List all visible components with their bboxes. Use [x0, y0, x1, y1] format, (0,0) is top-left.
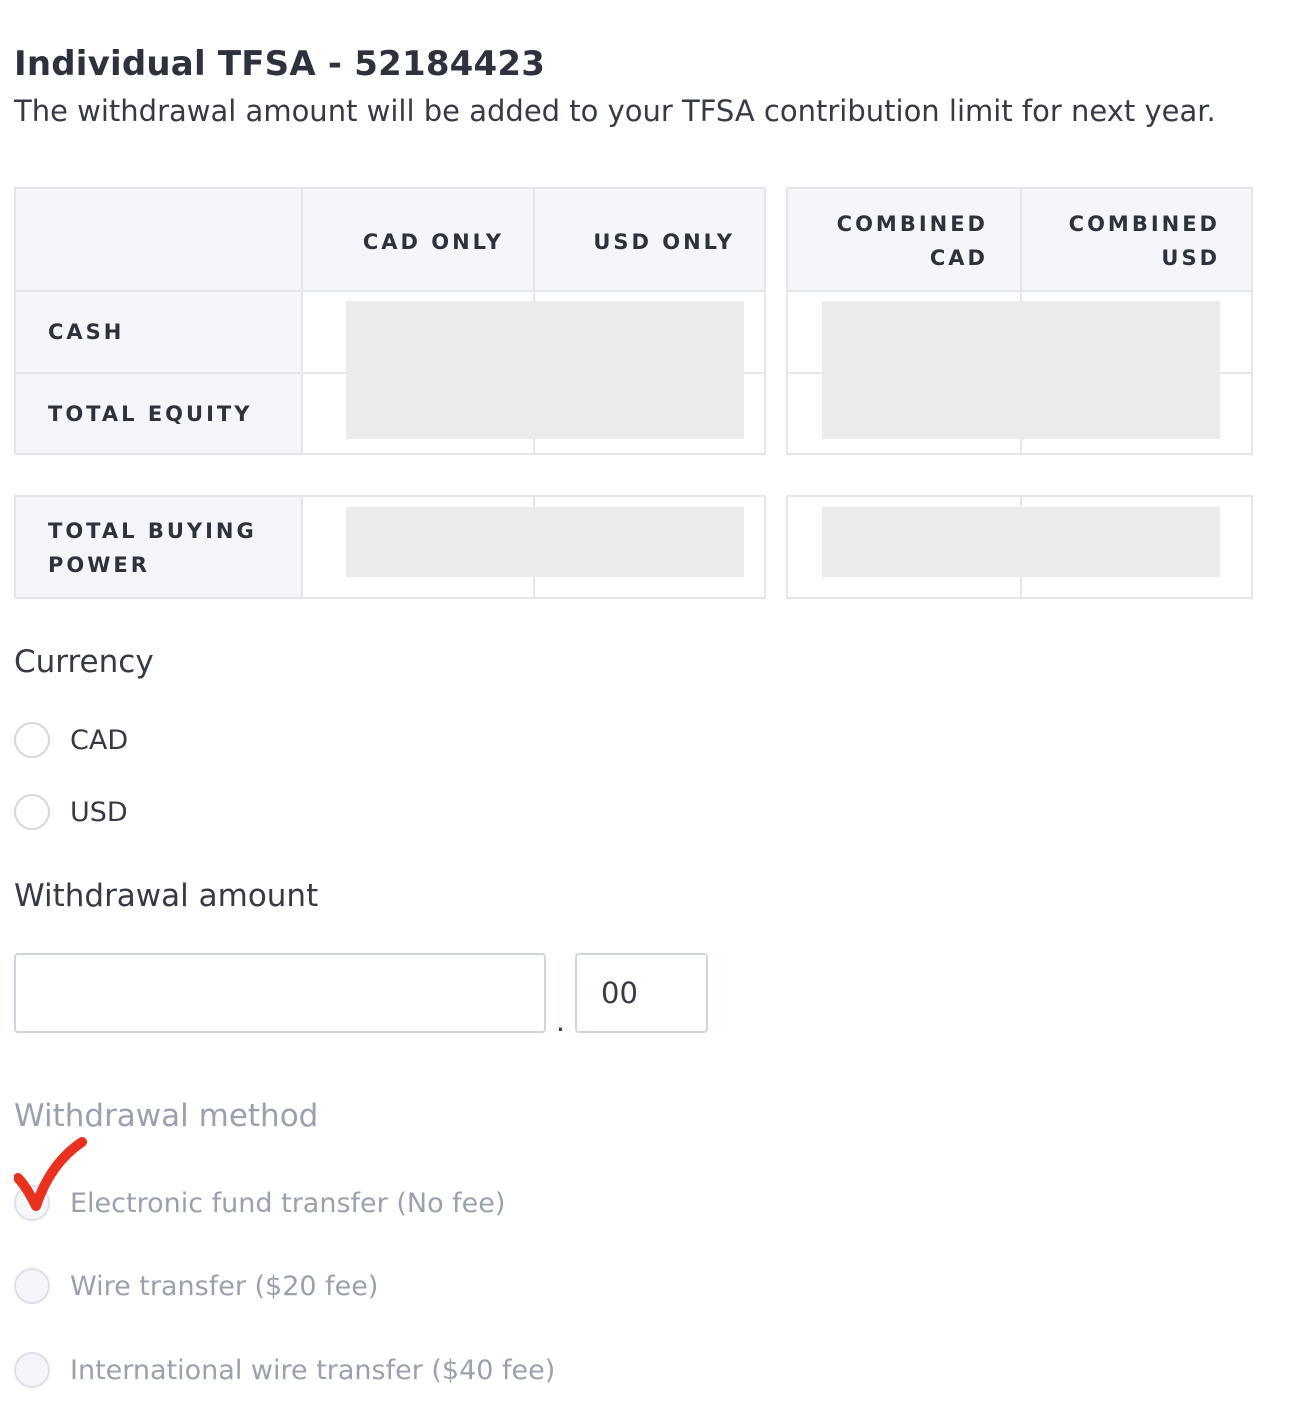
- combined-balances-table: COMBINED CAD COMBINED USD: [786, 187, 1253, 455]
- redacted-buying-power-values: [346, 507, 744, 577]
- method-option-wire[interactable]: Wire transfer ($20 fee): [14, 1266, 378, 1306]
- column-header-cad-only: CAD ONLY: [362, 230, 504, 254]
- method-option-international-wire[interactable]: International wire transfer ($40 fee): [14, 1350, 555, 1390]
- radio-button[interactable]: [14, 794, 50, 830]
- redacted-combined-buying-power: [822, 507, 1220, 577]
- buying-power-table: TOTAL BUYING POWER: [14, 495, 766, 599]
- column-header-usd-only: USD ONLY: [593, 230, 735, 254]
- decimal-separator: .: [556, 1005, 565, 1038]
- cents-input[interactable]: [575, 953, 708, 1033]
- radio-label: International wire transfer ($40 fee): [70, 1354, 556, 1386]
- radio-label: CAD: [70, 724, 129, 756]
- account-title: Individual TFSA - 52184423: [14, 44, 546, 84]
- row-label-cash: CASH: [48, 320, 125, 344]
- row-label-total-buying-power: TOTAL BUYING POWER: [48, 519, 257, 577]
- radio-button[interactable]: [14, 1352, 50, 1388]
- withdrawal-method-heading: Withdrawal method: [14, 1098, 319, 1134]
- radio-label: USD: [70, 796, 128, 828]
- checkmark-icon: [14, 1137, 87, 1211]
- withdrawal-amount-heading: Withdrawal amount: [14, 878, 319, 914]
- radio-label: Electronic fund transfer (No fee): [70, 1187, 506, 1219]
- row-label-total-equity: TOTAL EQUITY: [48, 402, 253, 426]
- radio-button[interactable]: [14, 1268, 50, 1304]
- combined-buying-power-table: [786, 495, 1253, 599]
- account-subtitle: The withdrawal amount will be added to y…: [14, 94, 1216, 128]
- currency-option-usd[interactable]: USD: [14, 792, 128, 832]
- currency-heading: Currency: [14, 644, 154, 680]
- column-header-combined-cad: COMBINED CAD: [836, 212, 988, 270]
- radio-label: Wire transfer ($20 fee): [70, 1270, 379, 1302]
- redacted-balance-values: [346, 301, 744, 439]
- column-header-combined-usd: COMBINED USD: [1068, 212, 1220, 270]
- currency-option-cad[interactable]: CAD: [14, 720, 128, 760]
- balances-table: CAD ONLY USD ONLY CASH TOTAL EQUITY: [14, 187, 766, 455]
- dollars-input[interactable]: [14, 953, 546, 1033]
- redacted-combined-values: [822, 301, 1220, 439]
- radio-button[interactable]: [14, 722, 50, 758]
